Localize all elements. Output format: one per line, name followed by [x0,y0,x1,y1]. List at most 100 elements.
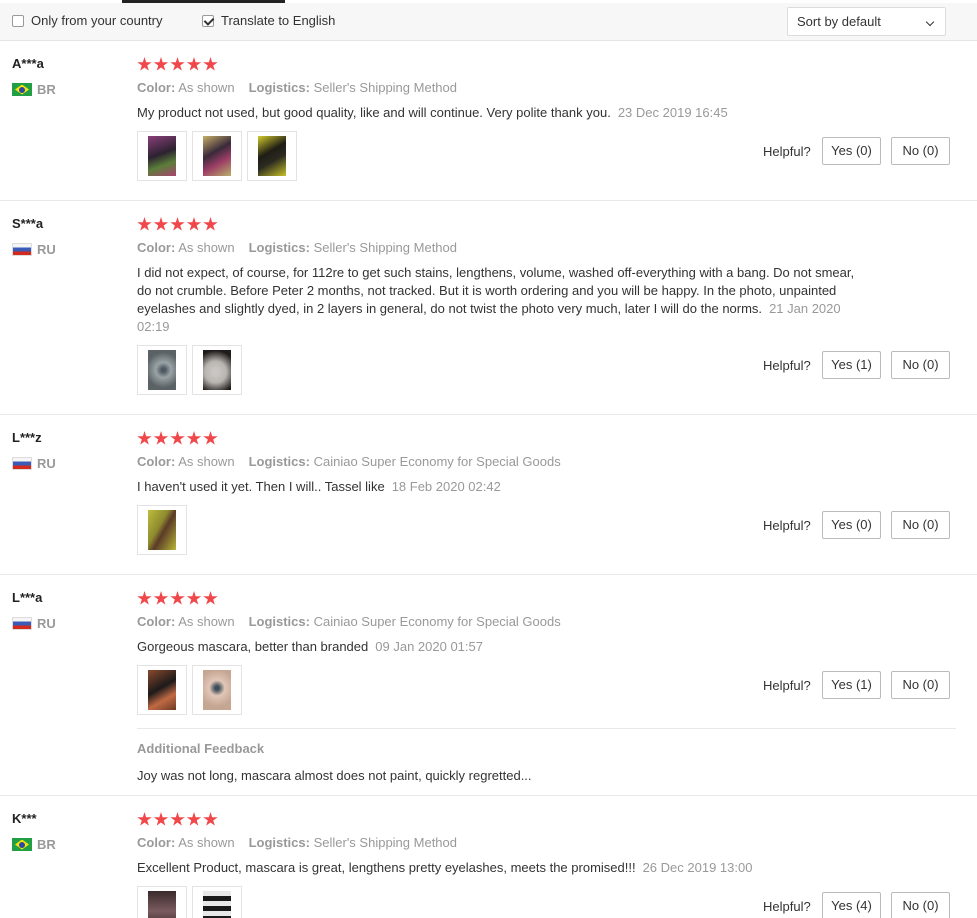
reviewer-name: K*** [12,811,37,826]
helpful-label: Helpful? [763,358,811,373]
review-photos [137,665,247,715]
review-date: 23 Dec 2019 16:45 [617,105,728,120]
helpful-yes-button[interactable]: Yes (0) [822,137,881,165]
additional-feedback-divider [137,728,956,729]
review-content: I did not expect, of course, for 112re t… [137,264,862,336]
review-photo[interactable] [137,131,187,181]
star-icon [170,217,185,231]
logistics-label: Logistics: [248,240,310,255]
review-photo[interactable] [192,886,242,918]
color-label: Color: [137,80,176,95]
star-icon [170,812,185,826]
star-icon [137,812,152,826]
review-filter-bar: Only from your country Translate to Engl… [0,3,977,41]
review-photo[interactable] [137,665,187,715]
logistics-value: Cainiao Super Economy for Special Goods [313,454,561,469]
star-icon [170,57,185,71]
review-divider [0,574,977,575]
russia-flag-icon [12,617,32,630]
star-rating [137,57,220,72]
logistics-value: Cainiao Super Economy for Special Goods [313,614,561,629]
review-text: Gorgeous mascara, better than branded [137,639,369,654]
color-value: As shown [178,835,235,850]
helpful-label: Helpful? [763,899,811,914]
color-value: As shown [178,240,235,255]
star-icon [153,217,169,231]
star-rating [137,431,220,446]
only-from-country-filter[interactable]: Only from your country [12,13,163,28]
review-photo[interactable] [137,505,187,555]
reviewer-name: S***a [12,216,44,231]
russia-flag-icon [12,243,32,256]
review-photo[interactable] [247,131,297,181]
brazil-flag-icon [12,838,32,851]
helpful-no-button[interactable]: No (0) [891,351,950,379]
color-label: Color: [137,614,176,629]
review-content: Excellent Product, mascara is great, len… [137,859,867,877]
helpful-yes-button[interactable]: Yes (0) [822,511,881,539]
reviewer-name: A***a [12,56,44,71]
logistics-label: Logistics: [248,835,310,850]
star-icon [203,431,218,445]
helpful-yes-button[interactable]: Yes (4) [822,892,881,918]
logistics-label: Logistics: [248,80,310,95]
review-photo[interactable] [192,665,242,715]
color-value: As shown [178,614,235,629]
star-icon [203,591,218,605]
review-content: Gorgeous mascara, better than branded 09 … [137,638,867,656]
helpful-yes-button[interactable]: Yes (1) [822,351,881,379]
review-divider [0,200,977,201]
country-code: RU [37,616,56,631]
review-photo[interactable] [137,886,187,918]
review-photo[interactable] [137,345,187,395]
review-photos [137,886,247,918]
helpful-no-button[interactable]: No (0) [891,892,950,918]
color-value: As shown [178,454,235,469]
star-icon [186,57,202,71]
review-meta: Color: As shown Logistics: Seller's Shipp… [137,240,457,255]
translate-checkbox[interactable] [202,14,214,27]
only-country-label: Only from your country [31,13,163,28]
reviewer-name: L***a [12,590,43,605]
color-value: As shown [178,80,235,95]
review-text: My product not used, but good quality, l… [137,105,611,120]
star-rating [137,812,220,827]
review-photo[interactable] [192,345,242,395]
country-code: RU [37,456,56,471]
review-photo[interactable] [192,131,242,181]
color-label: Color: [137,240,176,255]
logistics-label: Logistics: [248,454,310,469]
review-photos [137,345,247,395]
star-icon [137,431,152,445]
star-icon [153,57,169,71]
translate-filter[interactable]: Translate to English [202,13,335,28]
translate-label: Translate to English [221,13,336,28]
sort-dropdown[interactable]: Sort by default [787,7,946,36]
helpful-no-button[interactable]: No (0) [891,511,950,539]
helpful-no-button[interactable]: No (0) [891,137,950,165]
logistics-value: Seller's Shipping Method [313,240,457,255]
star-icon [203,57,218,71]
review-meta: Color: As shown Logistics: Seller's Shipp… [137,835,457,850]
review-date: 18 Feb 2020 02:42 [391,479,501,494]
reviewer-country: RU [12,616,56,631]
brazil-flag-icon [12,83,32,96]
reviewer-country: BR [12,837,56,852]
star-icon [137,591,152,605]
helpful-label: Helpful? [763,518,811,533]
review-content: I haven't used it yet. Then I will.. Tas… [137,478,867,496]
additional-feedback-text: Joy was not long, mascara almost does no… [137,768,532,783]
review-date: 26 Dec 2019 13:00 [642,860,753,875]
star-icon [203,812,218,826]
star-icon [186,217,202,231]
color-label: Color: [137,454,176,469]
review-text: Excellent Product, mascara is great, len… [137,860,636,875]
only-country-checkbox[interactable] [12,14,24,27]
reviewer-name: L***z [12,430,42,445]
helpful-label: Helpful? [763,144,811,159]
helpful-yes-button[interactable]: Yes (1) [822,671,881,699]
helpful-no-button[interactable]: No (0) [891,671,950,699]
review-meta: Color: As shown Logistics: Cainiao Super … [137,614,561,629]
review-text: I haven't used it yet. Then I will.. Tas… [137,479,385,494]
review-photos [137,131,302,181]
